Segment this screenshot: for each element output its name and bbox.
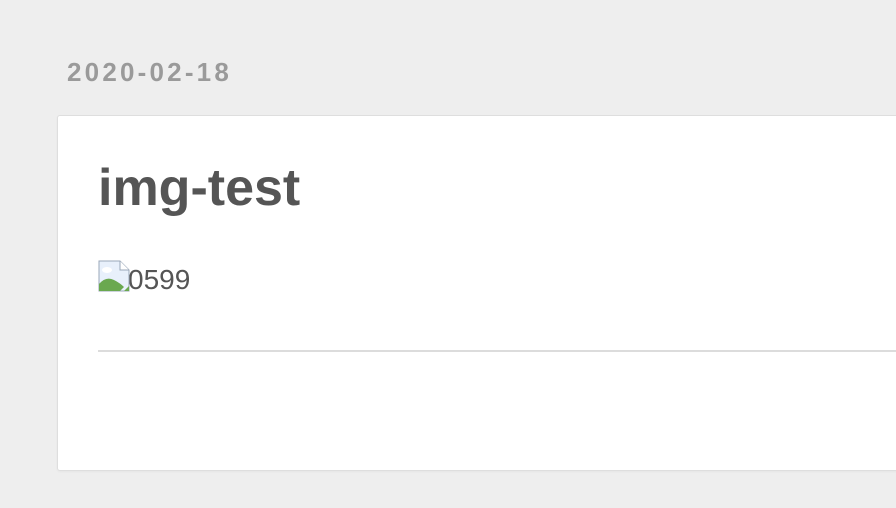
post-body: 0599 [98, 260, 190, 296]
post-date: 2020-02-18 [67, 57, 232, 87]
post-card: img-test 0599 [57, 115, 896, 471]
page: 2020-02-18 img-test 0599 [0, 0, 896, 508]
post-title[interactable]: img-test [98, 156, 300, 220]
post-divider [98, 350, 896, 352]
broken-image-icon [98, 260, 130, 292]
image-alt-text: 0599 [128, 264, 191, 295]
